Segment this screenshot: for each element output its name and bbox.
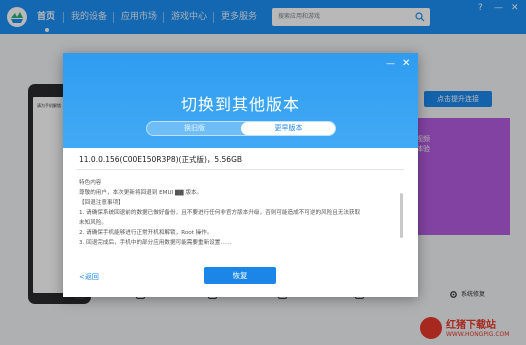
- release-notes-line: 1. 请确保系统回退前的数据已做好备份，且不要进行任何非官方版本升级，否则可能造…: [79, 210, 361, 216]
- release-notes-line: 尊敬的用户，本次更新将回退到 EMUI ▇▇ 版本。: [79, 190, 203, 196]
- dialog-title: 切换到其他版本: [180, 95, 300, 114]
- scrollbar[interactable]: [400, 193, 403, 238]
- dialog-close-icon[interactable]: ✕: [402, 58, 410, 69]
- release-notes-line: 2. 请确保手机能够进行正常开机和解锁，Root 操作。: [79, 230, 213, 236]
- back-link[interactable]: <返回: [79, 272, 99, 282]
- release-notes-line: 未知风险。: [79, 220, 107, 226]
- release-notes-heading: 特色内容: [79, 180, 102, 186]
- divider: [77, 169, 404, 170]
- dialog-minimize-icon[interactable]: —: [386, 59, 395, 69]
- version-tabs: 换旧版 更早版本: [146, 121, 336, 136]
- release-notes: 特色内容 尊敬的用户，本次更新将回退到 EMUI ▇▇ 版本。 【回退注意事项】…: [79, 178, 397, 260]
- tab-rollback[interactable]: 换旧版: [147, 122, 242, 135]
- release-notes-line: 【回退注意事项】: [79, 200, 124, 206]
- tab-earlier-versions[interactable]: 更早版本: [241, 122, 335, 135]
- restore-button[interactable]: 恢复: [204, 267, 276, 284]
- version-info: 11.0.0.156(C00E150R3P8)(正式版)，5.56GB: [79, 155, 243, 164]
- release-notes-line: 3. 回退完成后，手机中的部分应用数据可能需要重新设置……: [79, 240, 232, 246]
- switch-version-dialog: — ✕ 切换到其他版本 换旧版 更早版本 11.0.0.156(C00E150R…: [63, 53, 418, 297]
